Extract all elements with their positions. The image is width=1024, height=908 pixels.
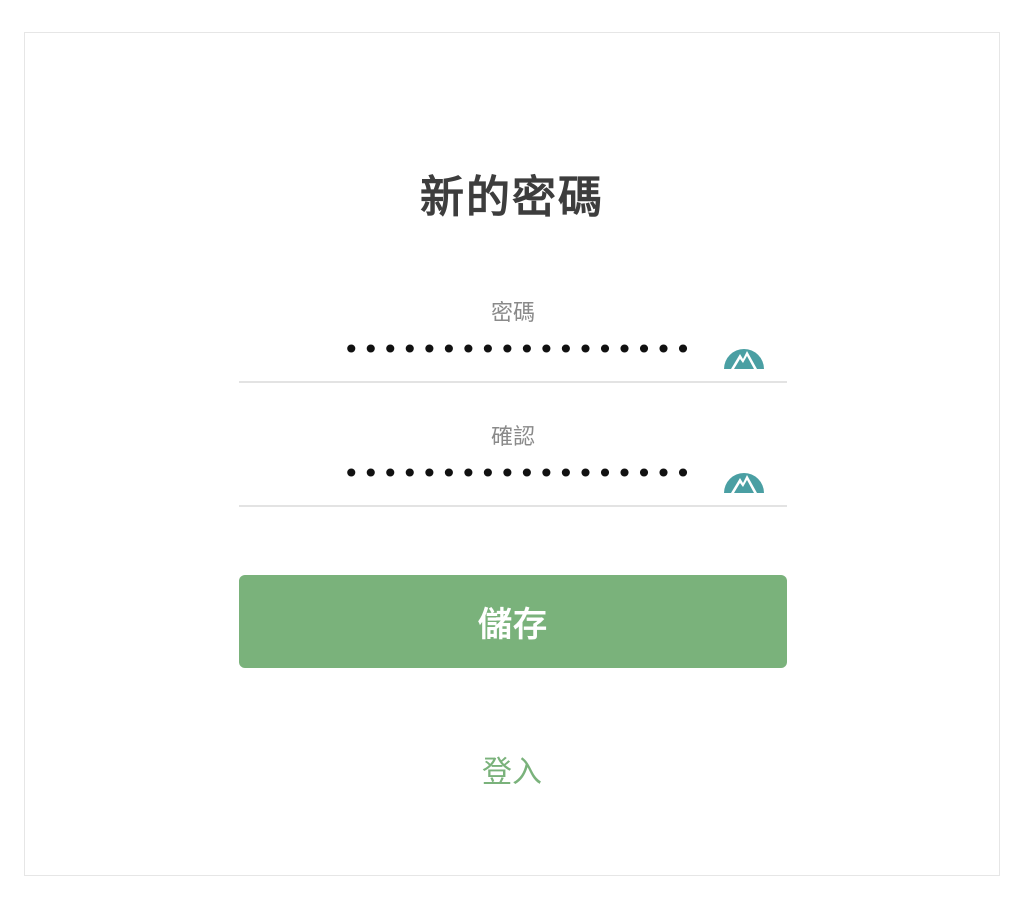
confirm-field-group: 確認 ••••••••••••••••••	[239, 383, 787, 507]
password-field-group: 密碼 ••••••••••••••••••	[239, 259, 787, 383]
show-password-toggle[interactable]	[723, 337, 765, 369]
confirm-password-input[interactable]: ••••••••••••••••••	[343, 457, 691, 497]
new-password-card: 新的密碼 密碼 •••••••••••••••••• 確認 ••••••••••…	[24, 32, 1000, 876]
mountain-eye-icon	[724, 349, 764, 369]
page-title: 新的密碼	[420, 172, 604, 223]
mountain-eye-icon	[724, 473, 764, 493]
password-input[interactable]: ••••••••••••••••••	[343, 333, 691, 373]
login-link[interactable]: 登入	[25, 747, 999, 791]
confirm-label: 確認	[490, 425, 535, 450]
save-button[interactable]: 儲存	[239, 575, 787, 668]
password-label: 密碼	[490, 301, 535, 326]
show-confirm-toggle[interactable]	[723, 461, 765, 493]
